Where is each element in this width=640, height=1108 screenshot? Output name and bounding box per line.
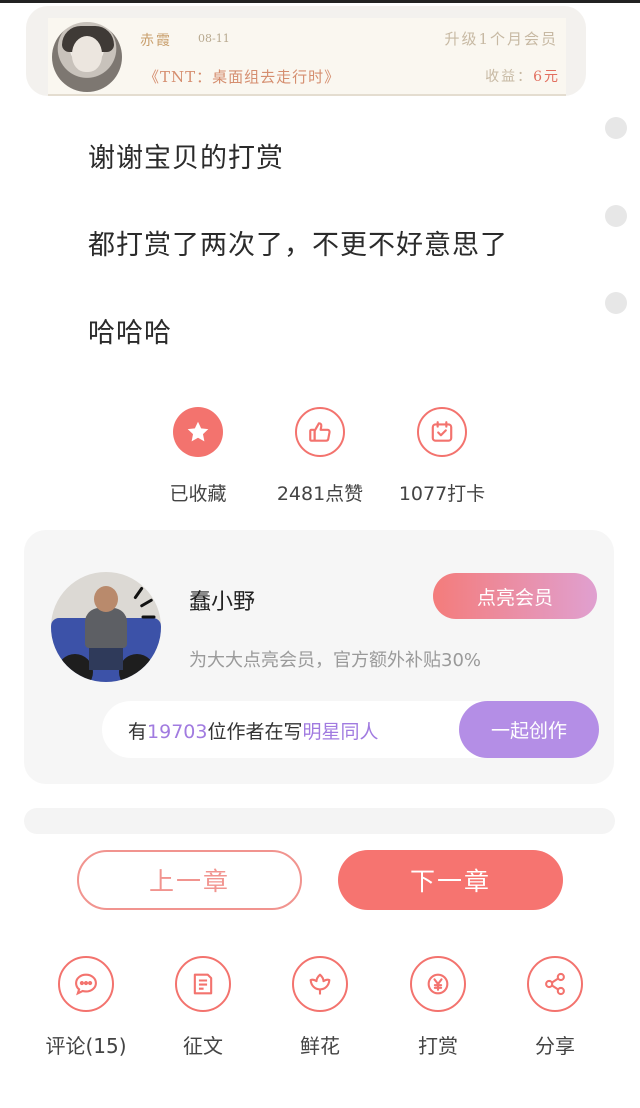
reward-date: 08-11 xyxy=(198,32,230,45)
author-member-description: 为大大点亮会员，官方额外补贴30% xyxy=(189,650,482,671)
reward-rank: 升级1个月会员 xyxy=(444,30,558,48)
reward-button[interactable]: 打赏 xyxy=(388,956,488,1059)
section-divider xyxy=(24,808,615,834)
light-up-member-button[interactable]: 点亮会员 xyxy=(433,573,597,619)
author-count: 19703 xyxy=(147,721,208,743)
flower-icon xyxy=(292,956,348,1012)
essay-contest-button[interactable]: 征文 xyxy=(153,956,253,1059)
comment-icon xyxy=(58,956,114,1012)
reward-banner[interactable]: 赤霞 08-11 升级1个月会员 《TNT：桌面组去走行时》 收益：6元 xyxy=(48,18,566,96)
reward-label: 打赏 xyxy=(418,1034,458,1058)
co-write-prefix: 有 xyxy=(128,721,148,743)
author-avatar[interactable] xyxy=(51,572,161,682)
chapter-text-line: 都打赏了两次了，不更不好意思了 xyxy=(88,230,508,261)
chapter-text-line: 谢谢宝贝的打赏 xyxy=(88,143,284,174)
top-edge xyxy=(0,0,640,3)
favorite-button[interactable]: 已收藏 xyxy=(138,407,258,506)
flower-button[interactable]: 鲜花 xyxy=(270,956,370,1059)
comment-button[interactable]: 评论(15) xyxy=(36,956,136,1059)
side-scroll-dot[interactable] xyxy=(605,292,627,314)
essay-label: 征文 xyxy=(183,1034,223,1058)
co-write-text: 有19703位作者在写明星同人 xyxy=(128,717,379,744)
thumbs-up-icon xyxy=(295,407,345,457)
yen-reward-icon xyxy=(410,956,466,1012)
share-button[interactable]: 分享 xyxy=(505,956,605,1059)
checkin-button[interactable]: 1077打卡 xyxy=(382,407,502,506)
flower-label: 鲜花 xyxy=(300,1034,340,1058)
write-together-button[interactable]: 一起创作 xyxy=(459,701,599,758)
reward-income: 收益：6元 xyxy=(485,66,560,86)
share-label: 分享 xyxy=(535,1034,575,1058)
income-label: 收益： xyxy=(485,69,534,85)
author-name[interactable]: 蠢小野 xyxy=(189,584,255,616)
checkin-count: 1077打卡 xyxy=(398,483,486,505)
chapter-text-line: 哈哈哈 xyxy=(88,318,172,349)
checkin-calendar-icon xyxy=(417,407,467,457)
reward-user-name: 赤霞 xyxy=(140,33,172,49)
co-write-middle: 位作者在写 xyxy=(207,721,303,743)
favorite-label: 已收藏 xyxy=(169,483,227,505)
co-write-banner[interactable]: 有19703位作者在写明星同人 一起创作 xyxy=(102,701,599,758)
side-scroll-dot[interactable] xyxy=(605,117,627,139)
comment-label: 评论(15) xyxy=(45,1034,127,1058)
income-value: 6元 xyxy=(533,69,560,85)
side-scroll-dot[interactable] xyxy=(605,205,627,227)
previous-chapter-button[interactable]: 上一章 xyxy=(77,850,302,910)
reward-book-title: 《TNT：桌面组去走行时》 xyxy=(144,68,341,86)
like-count: 2481点赞 xyxy=(276,483,364,505)
share-icon xyxy=(527,956,583,1012)
star-icon xyxy=(173,407,223,457)
reward-user-avatar xyxy=(52,22,122,92)
like-button[interactable]: 2481点赞 xyxy=(260,407,380,506)
essay-icon xyxy=(175,956,231,1012)
co-write-topic: 明星同人 xyxy=(302,721,379,743)
next-chapter-button[interactable]: 下一章 xyxy=(338,850,563,910)
